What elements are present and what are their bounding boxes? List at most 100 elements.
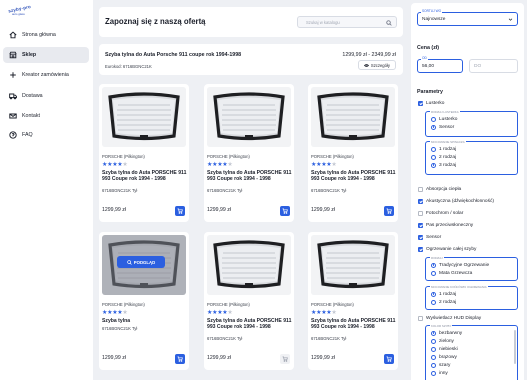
- sidebar-item-contact[interactable]: Kontakt: [3, 108, 89, 124]
- preview-label: PODGLĄD: [133, 259, 156, 265]
- add-to-cart-button[interactable]: [280, 354, 290, 364]
- checkbox[interactable]: [418, 198, 423, 204]
- product-card[interactable]: PODGLĄD PORSCHE (Pilkington) ★★★★★ Szyba…: [99, 232, 189, 370]
- product-code: 6716BGNC21K Tył: [311, 188, 347, 193]
- radio[interactable]: [431, 346, 436, 352]
- radio[interactable]: [431, 154, 436, 160]
- product-image[interactable]: [311, 235, 395, 295]
- checkbox-label: Pas przeciwsłoneczny: [426, 222, 474, 228]
- details-button[interactable]: Szczegóły: [357, 60, 396, 70]
- product-card[interactable]: PORSCHE (Pilkington) ★★★★★ Szyba tylna d…: [204, 84, 294, 222]
- filter-heat-absorption[interactable]: Absorpcja ciepła: [418, 186, 461, 192]
- radio[interactable]: [431, 299, 436, 305]
- product-image[interactable]: [207, 235, 291, 295]
- preview-button[interactable]: PODGLĄD: [117, 256, 165, 268]
- sidebar-item-label: FAQ: [22, 132, 33, 138]
- offer-header: Zapoznaj się z naszą ofertą Szukaj w kat…: [99, 7, 403, 37]
- product-image[interactable]: [102, 87, 186, 147]
- radio-option[interactable]: niebieski: [431, 346, 458, 352]
- radio[interactable]: [431, 124, 436, 130]
- radio-option[interactable]: Tradycyjne Ogrzewanie: [431, 262, 489, 268]
- radio[interactable]: [431, 354, 436, 360]
- radio-option[interactable]: szary: [431, 362, 450, 368]
- radio-option[interactable]: zielony: [431, 338, 454, 344]
- product-card[interactable]: PORSCHE (Pilkington) ★★★★★ Szyba tylna d…: [204, 232, 294, 370]
- checkbox[interactable]: [418, 186, 423, 192]
- product-brand: PORSCHE (Pilkington): [102, 154, 145, 159]
- filter-mirror[interactable]: Lusterko: [418, 100, 444, 106]
- radio[interactable]: [431, 116, 436, 122]
- radio[interactable]: [431, 291, 436, 297]
- checkbox-label: Absorpcja ciepła: [426, 186, 462, 192]
- radio-option[interactable]: 1 rodzaj: [431, 146, 456, 152]
- add-to-cart-button[interactable]: [175, 206, 185, 216]
- product-name[interactable]: Szyba tylna do Auta PORSCHE 911 993 Coup…: [102, 170, 188, 183]
- radio[interactable]: [431, 362, 436, 368]
- add-to-cart-button[interactable]: [280, 206, 290, 216]
- product-image[interactable]: [207, 87, 291, 147]
- price-to-input[interactable]: DO: [469, 59, 518, 73]
- filter-sun-strip[interactable]: Pas przeciwsłoneczny: [418, 222, 473, 228]
- logo[interactable]: szyby-pro auto glass: [8, 4, 34, 20]
- checkbox-label: Ogrzewanie całej szyby: [426, 246, 477, 252]
- radio[interactable]: [431, 270, 436, 276]
- product-card[interactable]: PORSCHE (Pilkington) ★★★★★ Szyba tylna d…: [308, 232, 398, 370]
- checkbox[interactable]: [418, 210, 423, 216]
- product-code: 6716BGNC21K Tył: [207, 336, 243, 341]
- scrollbar[interactable]: [514, 330, 516, 364]
- radio-label: Lusterko: [439, 116, 458, 122]
- checkbox[interactable]: [418, 100, 423, 106]
- checkbox[interactable]: [418, 246, 423, 252]
- radio-option[interactable]: brązowy: [431, 354, 457, 360]
- product-name[interactable]: Szyba tylna do Auta PORSCHE 911 993 Coup…: [311, 170, 397, 183]
- filter-hud[interactable]: Wyświetlacz HUD Display: [418, 315, 481, 321]
- add-to-cart-button[interactable]: [384, 206, 394, 216]
- radio-option[interactable]: bezbarwny: [431, 330, 462, 336]
- sidebar-item-faq[interactable]: FAQ: [3, 127, 89, 143]
- product-name[interactable]: Szyba tylna do Auta PORSCHE 911 993 Coup…: [311, 318, 397, 331]
- filter-photochrom[interactable]: Fotochrom / solar: [418, 210, 463, 216]
- add-to-cart-button[interactable]: [175, 354, 185, 364]
- sort-select[interactable]: Najnowsze: [417, 12, 518, 26]
- product-image[interactable]: [311, 87, 395, 147]
- radio[interactable]: [431, 330, 436, 336]
- product-card[interactable]: PORSCHE (Pilkington) ★★★★★ Szyba tylna d…: [99, 84, 189, 222]
- filter-full-heating[interactable]: Ogrzewanie całej szyby: [418, 246, 476, 252]
- radio[interactable]: [431, 162, 436, 168]
- mail-icon: [9, 113, 17, 119]
- radio[interactable]: [431, 370, 436, 376]
- sort-label: SORTUJ WG: [421, 9, 443, 13]
- checkbox[interactable]: [418, 222, 423, 228]
- product-name[interactable]: Szyba tylna: [102, 318, 188, 324]
- search-input[interactable]: Szukaj w katalogu: [297, 16, 397, 28]
- price-from-input[interactable]: 56,00: [417, 59, 463, 73]
- filter-sensor[interactable]: Sensor: [418, 234, 441, 240]
- radio-option[interactable]: Mata Grzewcza: [431, 270, 472, 276]
- sidebar-item-home[interactable]: Strona główna: [3, 27, 89, 43]
- radio-option[interactable]: Sensor: [431, 124, 454, 130]
- radio[interactable]: [431, 338, 436, 344]
- radio-option[interactable]: Lusterko: [431, 116, 457, 122]
- checkbox[interactable]: [418, 234, 423, 240]
- radio-option[interactable]: 1 rodzaj: [431, 291, 456, 297]
- rating-stars: ★★★★★: [102, 310, 128, 316]
- product-summary: Szyba tylna do Auta Porsche 911 coupe ro…: [99, 44, 403, 75]
- radio-option[interactable]: 2 rodzaj: [431, 299, 456, 305]
- sidebar-item-delivery[interactable]: Dostawa: [3, 88, 89, 104]
- product-name[interactable]: Szyba tylna do Auta PORSCHE 911 993 Coup…: [207, 170, 293, 183]
- product-name[interactable]: Szyba tylna do Auta PORSCHE 911 993 Coup…: [207, 318, 293, 331]
- sidebar-item-label: Dostawa: [22, 93, 43, 99]
- add-to-cart-button[interactable]: [384, 354, 394, 364]
- search-icon[interactable]: [386, 19, 392, 26]
- product-card[interactable]: PORSCHE (Pilkington) ★★★★★ Szyba tylna d…: [308, 84, 398, 222]
- product-price: 1299,99 zł: [102, 355, 126, 361]
- radio[interactable]: [431, 262, 436, 268]
- checkbox[interactable]: [418, 315, 423, 321]
- radio-option[interactable]: 2 rodzaj: [431, 154, 456, 160]
- radio-option[interactable]: inny: [431, 370, 448, 376]
- filter-acoustic[interactable]: Akustyczna (dźwiękochłonność): [418, 198, 494, 204]
- sidebar-item-shop[interactable]: Sklep: [3, 47, 89, 63]
- radio-option[interactable]: 3 rodzaj: [431, 162, 456, 168]
- sidebar-item-order-creator[interactable]: Kreator zamówienia: [3, 67, 89, 83]
- radio[interactable]: [431, 146, 436, 152]
